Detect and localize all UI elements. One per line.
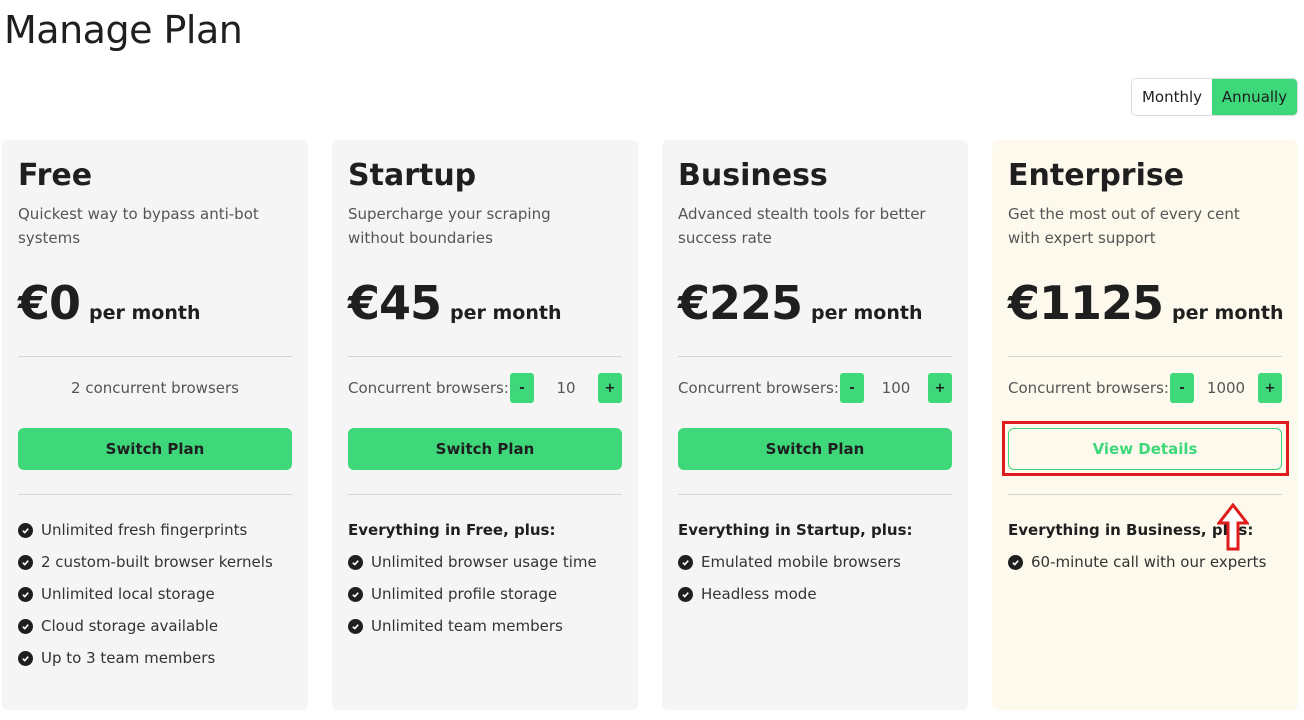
decrement-button[interactable]: - [510, 373, 534, 403]
feature-list: Unlimited browser usage time Unlimited p… [348, 546, 597, 642]
price-period: per month [450, 302, 562, 324]
plan-name: Startup [348, 158, 477, 193]
feature-item: Emulated mobile browsers [678, 546, 901, 578]
concurrent-browsers-row: Concurrent browsers: - 10 + [348, 373, 622, 403]
concurrent-browsers-label: Concurrent browsers: [678, 379, 839, 397]
feature-text: Unlimited local storage [41, 585, 215, 603]
features-heading: Everything in Startup, plus: [678, 521, 913, 539]
price-amount: €225 [678, 276, 803, 330]
increment-button[interactable]: + [1258, 373, 1282, 403]
browsers-count: 1000 [1206, 379, 1246, 397]
feature-text: Headless mode [701, 585, 817, 603]
annotation-highlight-box [1002, 421, 1289, 476]
plan-description: Advanced stealth tools for better succes… [678, 205, 926, 247]
check-circle-icon [18, 650, 33, 666]
page-title: Manage Plan [4, 8, 243, 52]
price-amount: €45 [348, 276, 442, 330]
check-circle-icon [678, 586, 693, 602]
divider [1008, 356, 1282, 357]
feature-item: Up to 3 team members [18, 642, 273, 674]
concurrent-browsers-label: Concurrent browsers: [348, 379, 509, 397]
switch-plan-button[interactable]: Switch Plan [348, 428, 622, 470]
decrement-button[interactable]: - [840, 373, 864, 403]
feature-item: 2 custom-built browser kernels [18, 546, 273, 578]
switch-plan-button[interactable]: Switch Plan [18, 428, 292, 470]
concurrent-browsers-row: Concurrent browsers: - 100 + [678, 373, 952, 403]
decrement-button[interactable]: - [1170, 373, 1194, 403]
check-circle-icon [678, 554, 693, 570]
browsers-stepper: - 10 + [510, 373, 622, 403]
plan-name: Free [18, 158, 93, 193]
arrow-up-icon [1217, 503, 1249, 551]
check-circle-icon [348, 554, 363, 570]
concurrent-browsers-text: 2 concurrent browsers [71, 379, 239, 397]
price-amount: €1125 [1008, 276, 1164, 330]
price-period: per month [89, 302, 201, 324]
check-circle-icon [18, 618, 33, 634]
feature-item: Unlimited fresh fingerprints [18, 514, 273, 546]
features-heading: Everything in Free, plus: [348, 521, 556, 539]
check-circle-icon [18, 522, 33, 538]
browsers-stepper: - 100 + [840, 373, 952, 403]
plan-description: Get the most out of every cent with expe… [1008, 205, 1240, 247]
increment-button[interactable]: + [598, 373, 622, 403]
plan-price: €45 per month [348, 276, 562, 330]
plan-card-free: Free Quickest way to bypass anti-bot sys… [2, 140, 308, 710]
feature-text: Unlimited profile storage [371, 585, 558, 603]
monthly-toggle-button[interactable]: Monthly [1132, 79, 1212, 115]
increment-button[interactable]: + [928, 373, 952, 403]
plan-description: Quickest way to bypass anti-bot systems [18, 205, 259, 247]
feature-text: Emulated mobile browsers [701, 553, 901, 571]
feature-text: 60-minute call with our experts [1031, 553, 1267, 571]
plan-description: Supercharge your scraping without bounda… [348, 205, 551, 247]
feature-item: Unlimited profile storage [348, 578, 597, 610]
feature-list: Unlimited fresh fingerprints 2 custom-bu… [18, 514, 273, 674]
price-amount: €0 [18, 276, 81, 330]
feature-text: Unlimited team members [371, 617, 563, 635]
plan-name: Business [678, 158, 828, 193]
divider [348, 356, 622, 357]
feature-text: 2 custom-built browser kernels [41, 553, 273, 571]
divider [348, 494, 622, 495]
feature-item: Unlimited team members [348, 610, 597, 642]
browsers-count: 100 [881, 379, 911, 397]
feature-item: Unlimited browser usage time [348, 546, 597, 578]
check-circle-icon [348, 618, 363, 634]
divider [18, 494, 292, 495]
divider [18, 356, 292, 357]
plan-name: Enterprise [1008, 158, 1185, 193]
concurrent-browsers-row: Concurrent browsers: - 1000 + [1008, 373, 1282, 403]
feature-item: Cloud storage available [18, 610, 273, 642]
check-circle-icon [348, 586, 363, 602]
billing-period-toggle: Monthly Annually [1131, 78, 1298, 116]
plan-price: €225 per month [678, 276, 923, 330]
divider [678, 356, 952, 357]
feature-text: Unlimited browser usage time [371, 553, 597, 571]
switch-plan-button[interactable]: Switch Plan [678, 428, 952, 470]
browsers-count: 10 [556, 379, 576, 397]
divider [1008, 494, 1282, 495]
feature-list: Emulated mobile browsers Headless mode [678, 546, 901, 610]
check-circle-icon [18, 554, 33, 570]
feature-item: Headless mode [678, 578, 901, 610]
concurrent-browsers-label: Concurrent browsers: [1008, 379, 1169, 397]
feature-text: Up to 3 team members [41, 649, 216, 667]
feature-item: Unlimited local storage [18, 578, 273, 610]
plan-card-business: Business Advanced stealth tools for bett… [662, 140, 968, 710]
browsers-stepper: - 1000 + [1170, 373, 1282, 403]
annually-toggle-button[interactable]: Annually [1212, 79, 1297, 115]
check-circle-icon [18, 586, 33, 602]
plan-price: €0 per month [18, 276, 200, 330]
price-period: per month [811, 302, 923, 324]
check-circle-icon [1008, 554, 1023, 570]
plan-price: €1125 per month [1008, 276, 1284, 330]
price-period: per month [1172, 302, 1284, 324]
divider [678, 494, 952, 495]
feature-text: Unlimited fresh fingerprints [41, 521, 248, 539]
feature-text: Cloud storage available [41, 617, 219, 635]
plan-card-startup: Startup Supercharge your scraping withou… [332, 140, 638, 710]
